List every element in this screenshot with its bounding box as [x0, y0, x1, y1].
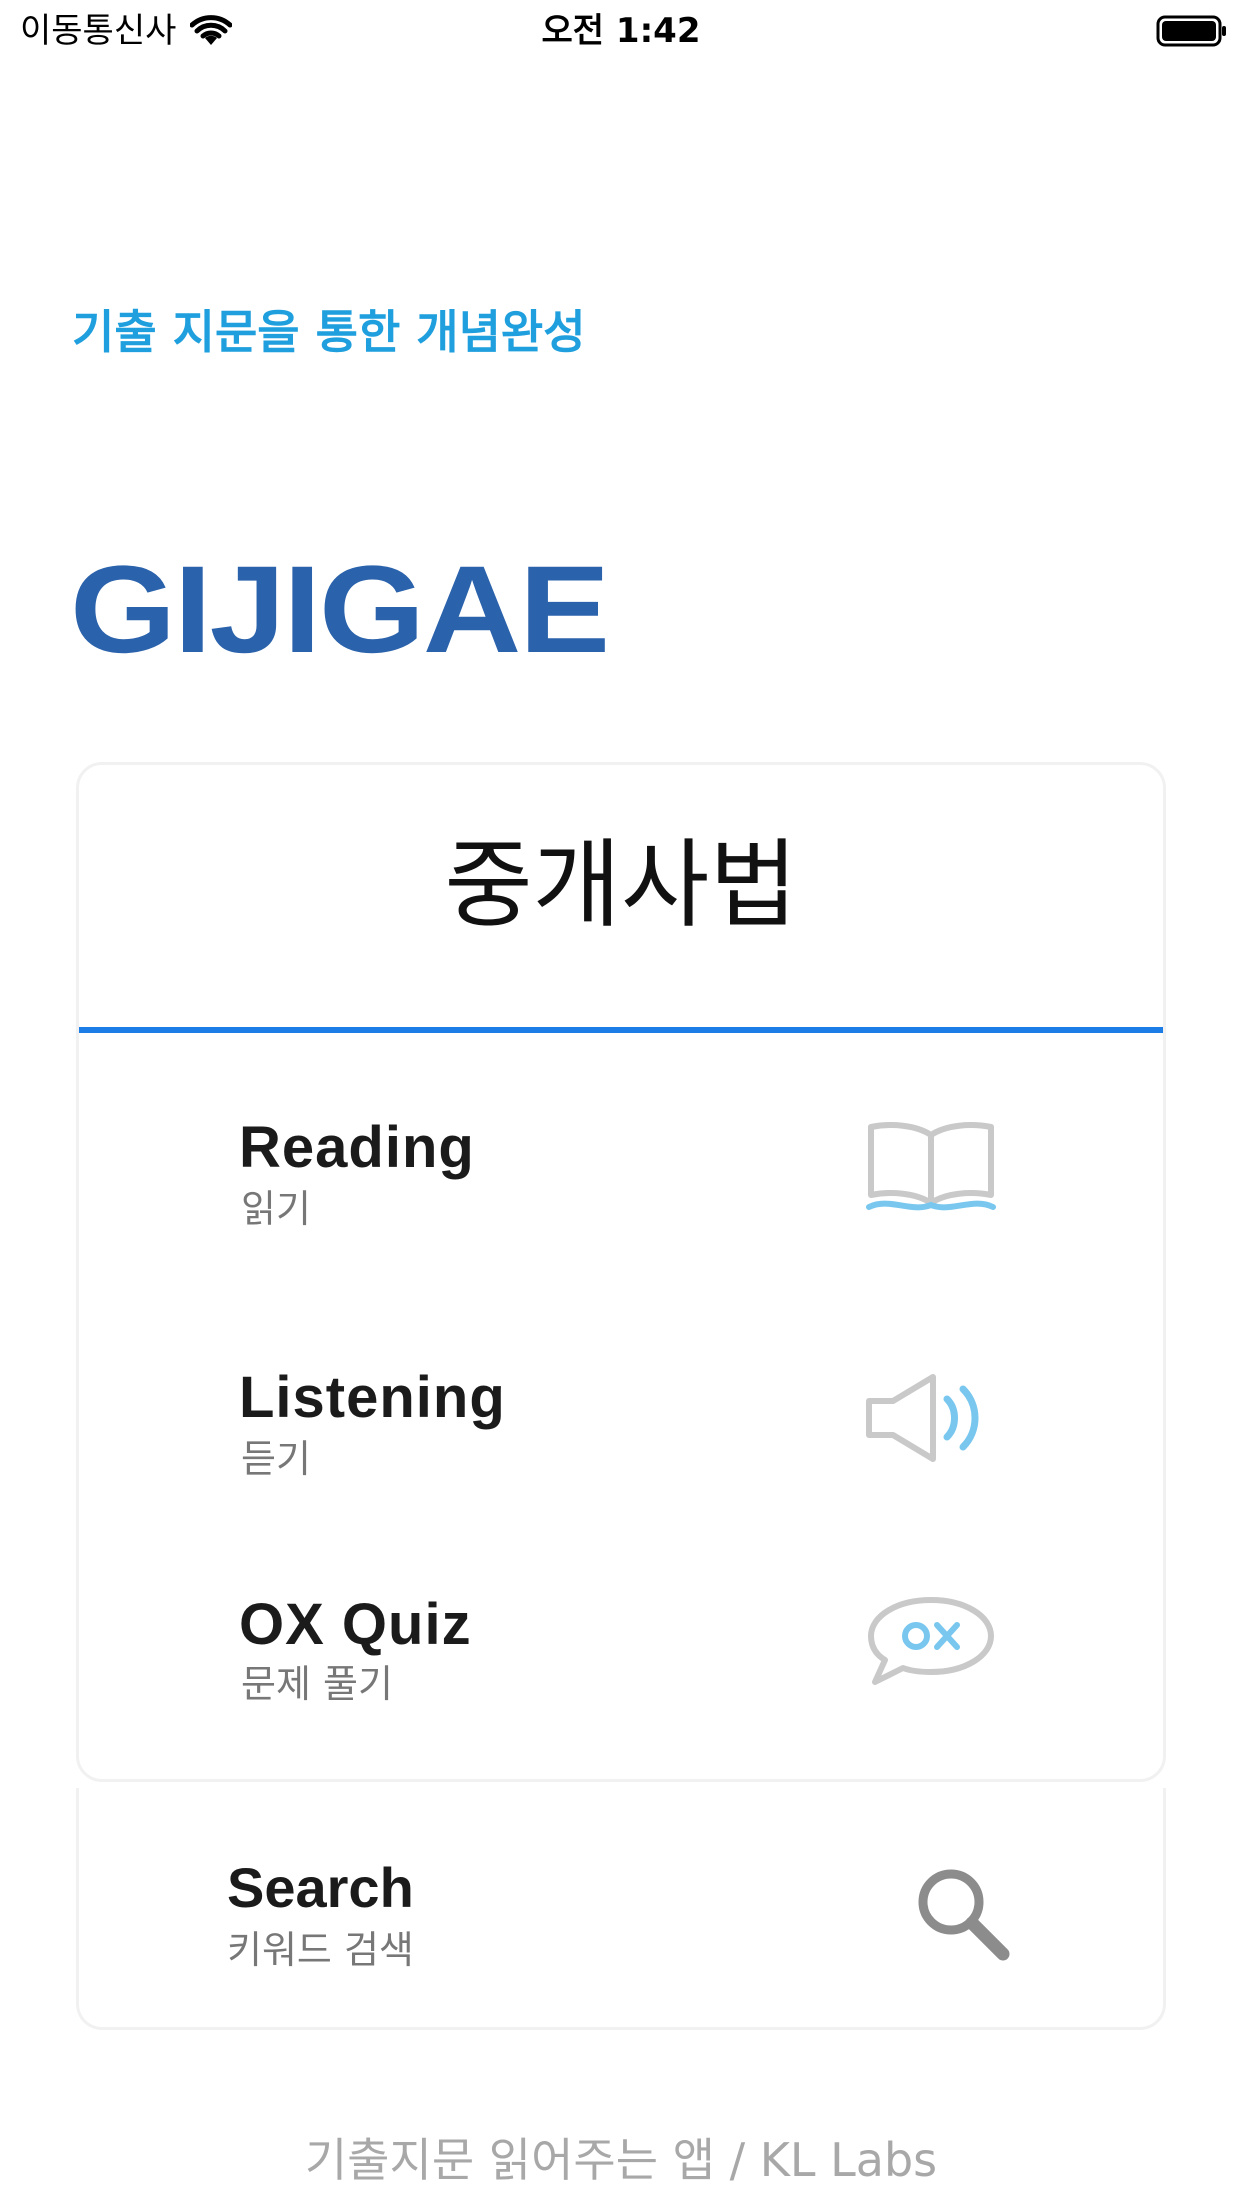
subject-title: 중개사법	[444, 829, 798, 941]
menu-label: Reading	[239, 1115, 475, 1180]
footer-text: 기출지문 읽어주는 앱 / KL Labs	[304, 2133, 938, 2187]
search-label: Search	[227, 1856, 414, 1919]
menu-label: OX Quiz	[239, 1592, 472, 1657]
menu-sublabel: 문제 풀기	[241, 1662, 393, 1706]
subject-card: 중개사법 Reading 읽기 Listening 듣기 OX Quiz 문제 …	[76, 762, 1166, 1782]
menu-sublabel: 읽기	[241, 1187, 311, 1231]
menu-item-ox-quiz[interactable]: OX Quiz 문제 풀기	[79, 1560, 1163, 1779]
menu-item-listening[interactable]: Listening 듣기	[79, 1315, 1163, 1535]
menu-sublabel: 듣기	[241, 1437, 311, 1481]
speaker-icon	[861, 1363, 1001, 1473]
battery-icon	[1156, 14, 1228, 48]
search-sublabel: 키워드 검색	[227, 1928, 414, 1972]
divider	[79, 1027, 1163, 1033]
clock: 오전 1:42	[541, 11, 701, 51]
menu-label: Listening	[239, 1365, 506, 1430]
tagline: 기출 지문을 통한 개념완성	[72, 305, 586, 359]
status-bar: 이동통신사 오전 1:42	[0, 0, 1242, 62]
menu-item-reading[interactable]: Reading 읽기	[79, 1065, 1163, 1285]
book-icon	[861, 1113, 1001, 1223]
app-logo: GIJIGAE	[70, 541, 610, 679]
search-card[interactable]: Search 키워드 검색	[76, 1788, 1166, 2030]
ox-bubble-icon	[861, 1588, 1001, 1698]
search-icon	[909, 1860, 1019, 1970]
